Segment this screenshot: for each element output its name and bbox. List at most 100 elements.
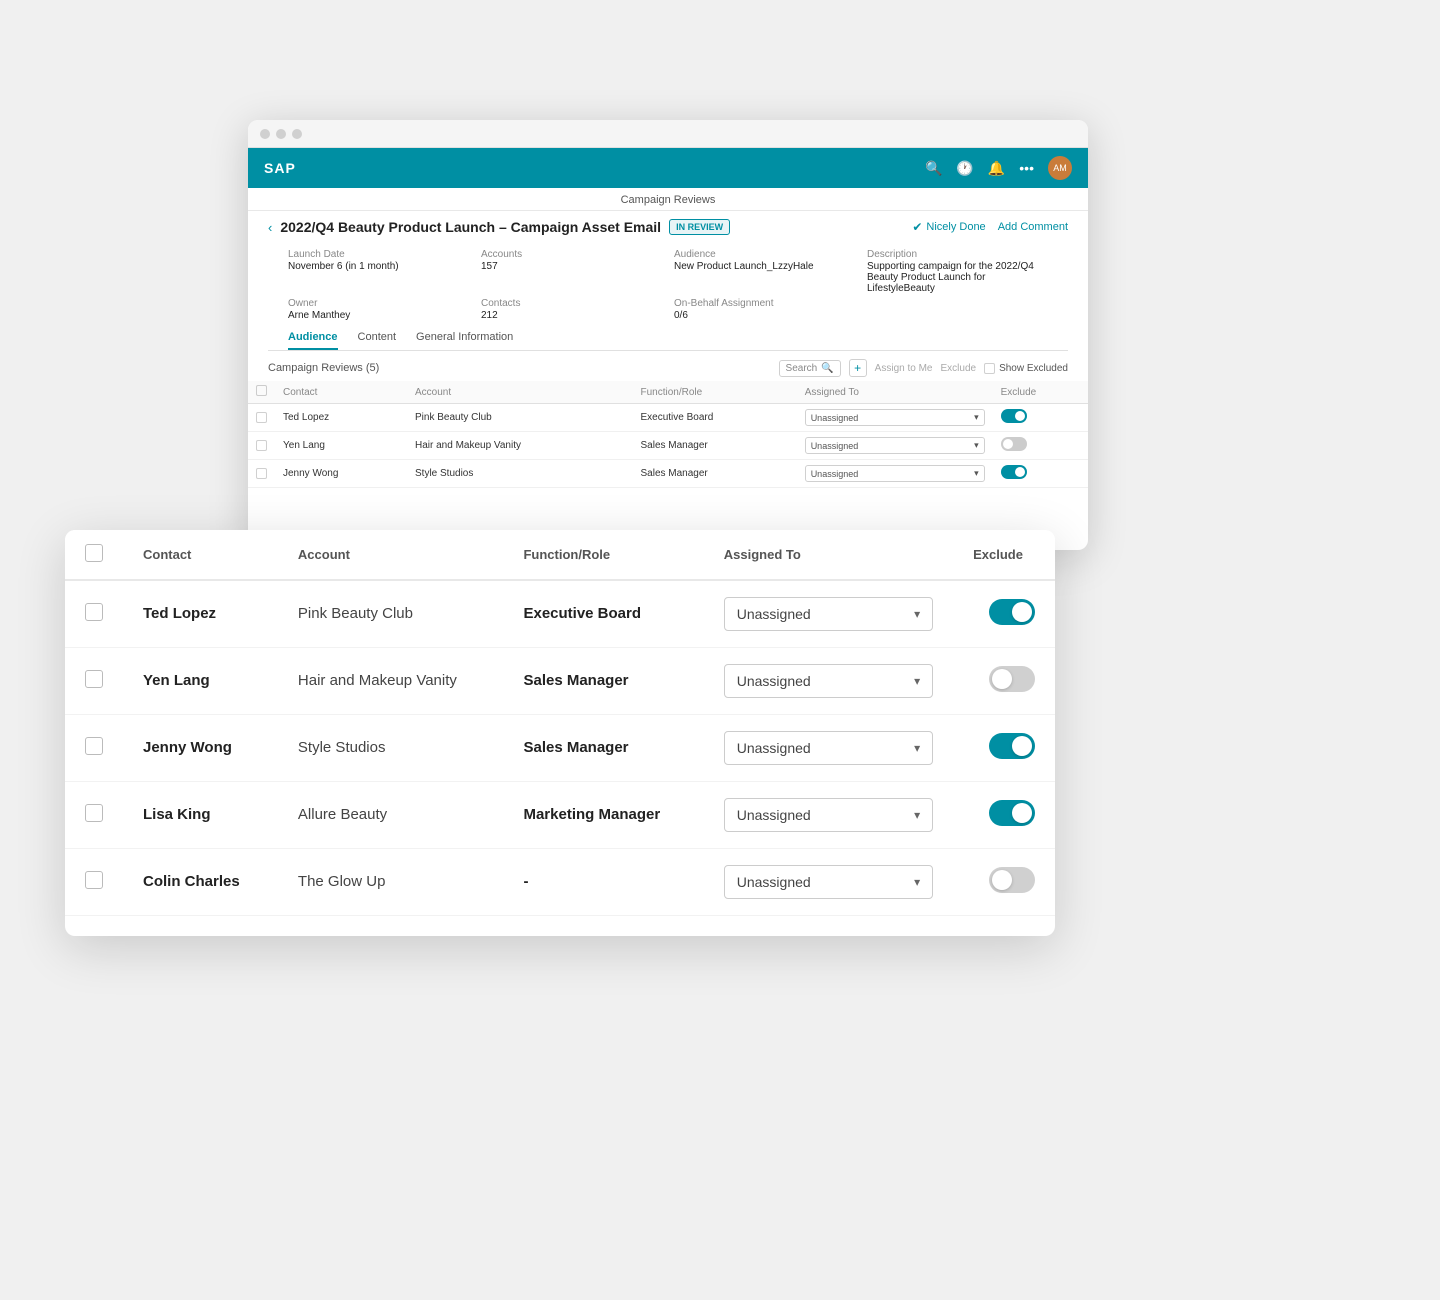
exclude-toggle-1[interactable]: [1001, 437, 1027, 451]
fg-role-4: -: [523, 873, 528, 890]
exclude-toggle-2[interactable]: [1001, 465, 1027, 479]
contacts-value: 212: [481, 310, 662, 321]
on-behalf-value: 0/6: [674, 310, 855, 321]
fg-assigned-dropdown-0[interactable]: Unassigned ▾: [724, 597, 933, 631]
table-row: Yen Lang Hair and Makeup Vanity Sales Ma…: [248, 432, 1088, 460]
col-role: Function/Role: [632, 381, 796, 404]
fg-row-checkbox-3[interactable]: [85, 804, 103, 822]
check-icon: ✔: [912, 220, 922, 234]
select-all-checkbox[interactable]: [256, 385, 267, 396]
fg-contact-0: Ted Lopez: [143, 605, 216, 622]
assign-button[interactable]: Assign to Me: [875, 363, 933, 374]
fg-select-all-checkbox[interactable]: [85, 544, 103, 562]
fg-table-row-4: Colin Charles The Glow Up - Unassigned ▾: [65, 849, 1055, 916]
owner-label: Owner: [288, 298, 469, 309]
tab-audience[interactable]: Audience: [288, 331, 338, 350]
foreground-card: Contact Account Function/Role Assigned T…: [65, 530, 1055, 936]
assigned-dropdown-2[interactable]: Unassigned ▾: [805, 465, 985, 482]
tab-content[interactable]: Content: [358, 331, 397, 350]
page-title: 2022/Q4 Beauty Product Launch – Campaign…: [280, 219, 661, 235]
fg-contact-4: Colin Charles: [143, 873, 240, 890]
fg-assigned-dropdown-1[interactable]: Unassigned ▾: [724, 664, 933, 698]
audience-value: New Product Launch_LzzyHale: [674, 261, 855, 272]
description-label: Description: [867, 249, 1048, 260]
fg-role-0: Executive Board: [523, 605, 641, 622]
fg-row-checkbox-2[interactable]: [85, 737, 103, 755]
fg-assigned-dropdown-2[interactable]: Unassigned ▾: [724, 731, 933, 765]
chevron-down-icon: ▾: [914, 674, 920, 688]
description-value: Supporting campaign for the 2022/Q4 Beau…: [867, 261, 1048, 294]
fg-row-checkbox-1[interactable]: [85, 670, 103, 688]
fg-contact-1: Yen Lang: [143, 672, 210, 689]
search-icon: 🔍: [821, 363, 833, 374]
assigned-dropdown-1[interactable]: Unassigned ▾: [805, 437, 985, 454]
search-placeholder: Search: [786, 363, 818, 374]
fg-role-2: Sales Manager: [523, 739, 628, 756]
search-box[interactable]: Search 🔍: [779, 360, 841, 377]
row-checkbox[interactable]: [256, 468, 267, 479]
fg-role-1: Sales Manager: [523, 672, 628, 689]
fg-col-role: Function/Role: [503, 530, 703, 580]
contacts-label: Contacts: [481, 298, 662, 309]
fg-account-3: Allure Beauty: [298, 806, 387, 823]
fg-col-exclude: Exclude: [953, 530, 1055, 580]
fg-contact-2: Jenny Wong: [143, 739, 232, 756]
fg-account-2: Style Studios: [298, 739, 386, 756]
avatar-initials: AM: [1053, 163, 1067, 173]
add-comment-button[interactable]: Add Comment: [998, 221, 1068, 233]
fg-col-account: Account: [278, 530, 504, 580]
search-icon[interactable]: 🔍: [925, 160, 942, 177]
exclude-toggle-0[interactable]: [1001, 409, 1027, 423]
show-excluded-checkbox[interactable]: [984, 363, 995, 374]
chevron-down-icon: ▾: [914, 741, 920, 755]
avatar[interactable]: AM: [1048, 156, 1072, 180]
launch-date-label: Launch Date: [288, 249, 469, 260]
fg-assigned-dropdown-3[interactable]: Unassigned ▾: [724, 798, 933, 832]
col-exclude: Exclude: [993, 381, 1088, 404]
sap-navbar: SAP 🔍 🕐 🔔 ••• AM: [248, 148, 1088, 188]
fg-table-row-3: Lisa King Allure Beauty Marketing Manage…: [65, 782, 1055, 849]
fg-exclude-toggle-2[interactable]: [989, 733, 1035, 759]
fg-assigned-dropdown-4[interactable]: Unassigned ▾: [724, 865, 933, 899]
add-button[interactable]: +: [849, 359, 867, 377]
row-checkbox[interactable]: [256, 412, 267, 423]
accounts-value: 157: [481, 261, 662, 272]
fg-col-assigned: Assigned To: [704, 530, 953, 580]
campaign-reviews-title: Campaign Reviews: [248, 188, 1088, 211]
nicely-done-button[interactable]: ✔ Nicely Done: [912, 220, 985, 234]
on-behalf-label: On-Behalf Assignment: [674, 298, 855, 309]
accounts-label: Accounts: [481, 249, 662, 260]
audience-label: Audience: [674, 249, 855, 260]
fg-account-0: Pink Beauty Club: [298, 605, 413, 622]
table-row: Ted Lopez Pink Beauty Club Executive Boa…: [248, 404, 1088, 432]
launch-date-value: November 6 (in 1 month): [288, 261, 469, 272]
fg-table-row-2: Jenny Wong Style Studios Sales Manager U…: [65, 715, 1055, 782]
fg-table-row-0: Ted Lopez Pink Beauty Club Executive Boa…: [65, 580, 1055, 648]
sap-logo: SAP: [264, 160, 296, 176]
row-checkbox[interactable]: [256, 440, 267, 451]
table-row: Jenny Wong Style Studios Sales Manager U…: [248, 460, 1088, 488]
fg-row-checkbox-0[interactable]: [85, 603, 103, 621]
fg-contact-3: Lisa King: [143, 806, 211, 823]
exclude-button[interactable]: Exclude: [940, 363, 976, 374]
back-button[interactable]: ‹: [268, 220, 272, 235]
fg-exclude-toggle-0[interactable]: [989, 599, 1035, 625]
fg-row-checkbox-4[interactable]: [85, 871, 103, 889]
col-contact: Contact: [275, 381, 407, 404]
fg-exclude-toggle-4[interactable]: [989, 867, 1035, 893]
owner-value: Arne Manthey: [288, 310, 469, 321]
table-title: Campaign Reviews (5): [268, 362, 379, 374]
fg-table-row-1: Yen Lang Hair and Makeup Vanity Sales Ma…: [65, 648, 1055, 715]
history-icon[interactable]: 🕐: [956, 160, 973, 177]
fg-exclude-toggle-3[interactable]: [989, 800, 1035, 826]
col-assigned: Assigned To: [797, 381, 993, 404]
tab-general[interactable]: General Information: [416, 331, 513, 350]
assigned-dropdown-0[interactable]: Unassigned ▾: [805, 409, 985, 426]
fg-exclude-toggle-1[interactable]: [989, 666, 1035, 692]
chevron-down-icon: ▾: [914, 607, 920, 621]
bell-icon[interactable]: 🔔: [988, 160, 1005, 177]
chevron-down-icon: ▾: [914, 808, 920, 822]
fg-account-1: Hair and Makeup Vanity: [298, 672, 457, 689]
more-icon[interactable]: •••: [1019, 160, 1034, 176]
status-badge: IN REVIEW: [669, 219, 730, 235]
